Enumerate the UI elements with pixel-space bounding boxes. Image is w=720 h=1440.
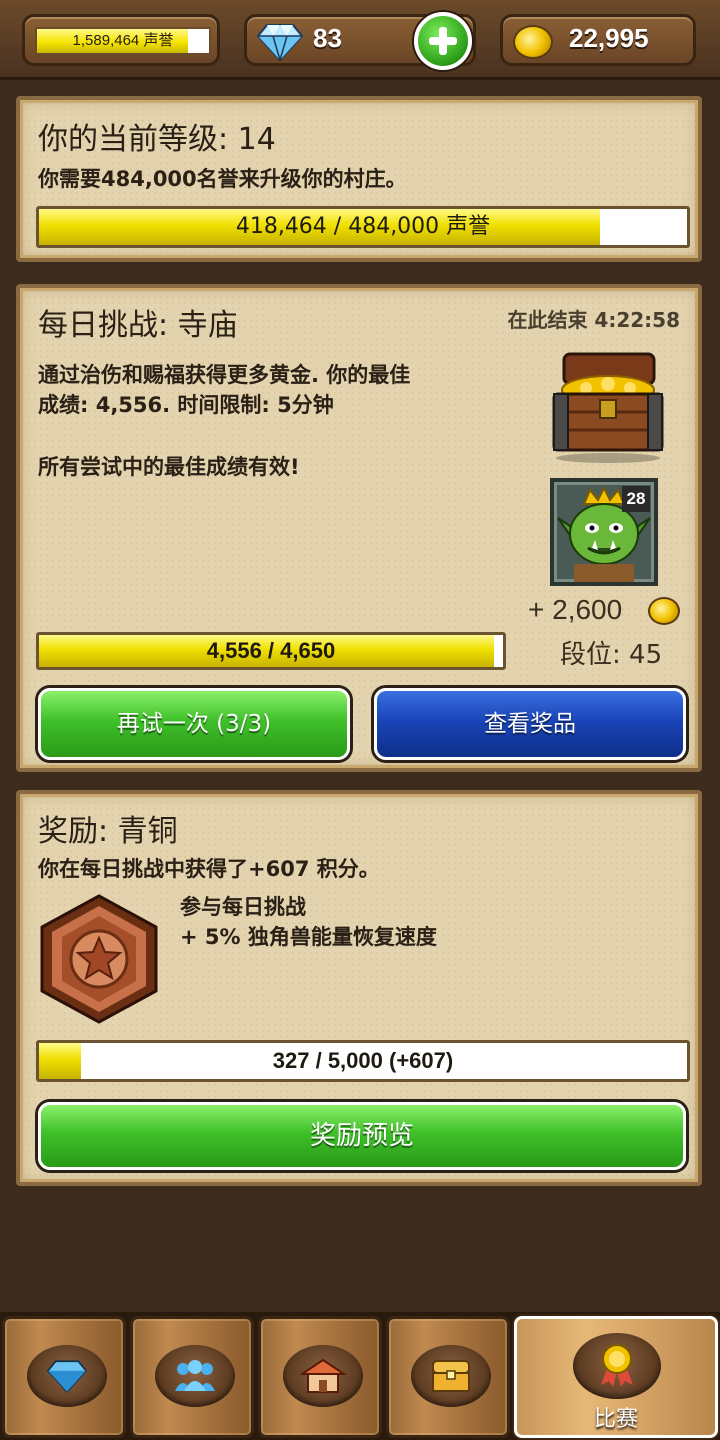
bottom-nav: 比赛 [0,1312,720,1440]
gems-count: 83 [313,23,342,53]
reward-gold-amount: + 2,600 [528,594,623,625]
buy-gems-button[interactable] [414,12,472,70]
nav-label-tournament: 比赛 [593,1407,638,1432]
challenge-title: 每日挑战: 寺庙 [38,308,238,343]
nav-tab-chest[interactable] [386,1316,510,1438]
nav-tab-tournament[interactable]: 比赛 [514,1316,718,1438]
gold-count: 22,995 [569,23,649,53]
nav-tab-social[interactable] [130,1316,254,1438]
reward-progress-bar: 327 / 5,000 (+607) [36,1040,690,1082]
level-panel: 你的当前等级: 14 你需要484,000名誉来升级你的村庄。 418,464 … [16,96,702,262]
top-resource-bar: 1,589,464 声誉 83 22,995 [0,0,720,80]
rank-value: 段位: 45 [560,640,663,670]
view-prizes-button[interactable]: 查看奖品 [374,688,686,760]
gold-coin-icon [648,597,680,625]
challenge-desc-line1: 通过治伤和赐福获得更多黄金. 你的最佳 [38,363,411,387]
perk-line1: 参与每日挑战 [180,895,306,919]
daily-challenge-panel: 每日挑战: 寺庙 在此结束 4:22:58 通过治伤和赐福获得更多黄金. 你的最… [16,284,702,772]
diamond-icon [257,24,303,61]
fame-value: 1,589,464 声誉 [72,32,174,49]
level-title: 你的当前等级: 14 [38,122,276,157]
level-progress-text: 418,464 / 484,000 声誉 [235,214,491,239]
chest-icon [432,1360,470,1392]
challenge-desc-line2: 成绩: 4,556. 时间限制: 5分钟 [38,393,334,417]
opponent-portrait[interactable]: 28 [550,478,658,586]
fame-progress-bar: 1,589,464 声誉 [35,27,211,55]
bronze-medal-icon [40,894,158,1024]
retry-button[interactable]: 再试一次 (3/3) [38,688,350,760]
level-progress-bar: 418,464 / 484,000 声誉 [36,206,690,248]
gold-coin-icon [513,25,553,59]
challenge-note: 所有尝试中的最佳成绩有效! [38,455,300,479]
nav-tab-village[interactable] [258,1316,382,1438]
perk-line2: + 5% 独角兽能量恢复速度 [180,925,437,949]
nav-tab-gems[interactable] [2,1316,126,1438]
fame-box[interactable]: 1,589,464 声誉 [22,14,220,66]
reward-points-text: 你在每日挑战中获得了+607 积分。 [38,857,380,881]
opponent-level-badge: 28 [622,486,650,512]
challenge-progress-text: 4,556 / 4,650 [206,638,336,663]
level-description: 你需要484,000名誉来升级你的村庄。 [38,167,407,191]
reward-title: 奖励: 青铜 [38,814,178,849]
people-icon [175,1360,215,1391]
challenge-progress-bar: 4,556 / 4,650 [36,632,506,670]
challenge-timer: 在此结束 4:22:58 [507,308,680,332]
village-icon [300,1358,346,1393]
treasure-chest-icon [552,352,664,463]
reward-panel: 奖励: 青铜 你在每日挑战中获得了+607 积分。 参与每日挑战 + 5% 独角… [16,790,702,1186]
medal-icon [601,1344,633,1387]
gold-box[interactable]: 22,995 [500,14,696,66]
gem-icon [47,1360,87,1393]
reward-progress-text: 327 / 5,000 (+607) [272,1048,454,1073]
reward-preview-button[interactable]: 奖励预览 [38,1102,686,1170]
